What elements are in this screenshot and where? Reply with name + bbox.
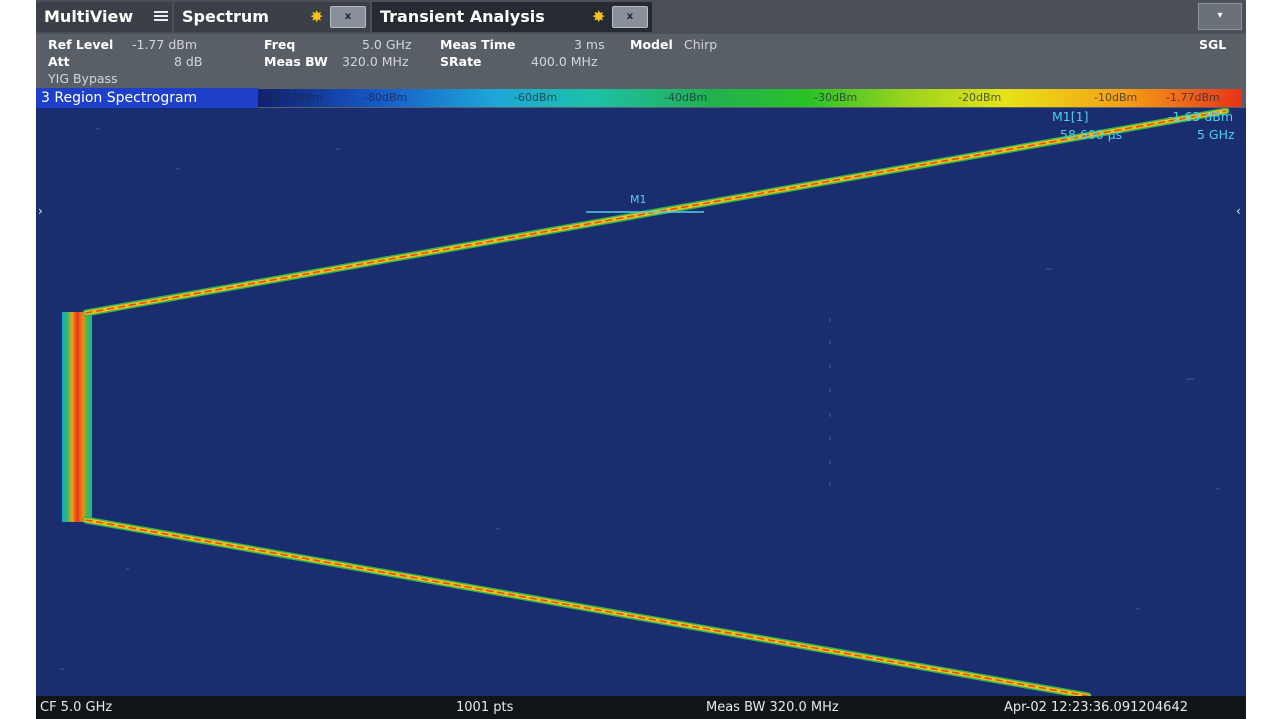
sweep-mode-badge: SGL [1199, 37, 1227, 52]
srate-label: SRate [440, 54, 482, 69]
color-scale-label: -10dBm [1094, 91, 1138, 104]
star-icon: ✸ [592, 7, 606, 26]
tab-bar: MultiView Spectrum ✸ x Transient Analysi… [36, 0, 1246, 34]
color-scale-label: -60dBm [514, 91, 558, 104]
ref-level-value: -1.77 dBm [132, 37, 198, 52]
marker-readout-level: -1.63 dBm [1168, 109, 1234, 124]
color-scale-label: -80dBm [364, 91, 408, 104]
timestamp-status: Apr-02 12:23:36.091204642 [1004, 700, 1188, 715]
window-title[interactable]: 3 Region Spectrogram [36, 88, 258, 108]
star-icon: ✸ [310, 7, 324, 26]
grid-icon [154, 11, 168, 23]
chirp-burst [62, 312, 92, 522]
color-scale-label: -20dBm [958, 91, 1002, 104]
meas-time-value: 3 ms [574, 37, 605, 52]
chevron-down-icon[interactable]: ▾ [1198, 3, 1242, 30]
model-value: Chirp [684, 37, 718, 52]
chevron-right-icon[interactable]: › [38, 204, 43, 218]
marker-readout-name: M1[1] [1052, 109, 1089, 124]
srate-value: 400.0 MHz [531, 54, 598, 69]
color-scale-label: -81.77dBm [262, 91, 323, 104]
spectrogram-plot[interactable]: M1 M1[1] -1.63 dBm 58.600 µs 5 GHz › ‹ [36, 108, 1246, 696]
tab-spectrum-label: Spectrum [182, 7, 269, 26]
tab-multiview[interactable]: MultiView [36, 2, 172, 32]
att-value: 8 dB [174, 54, 203, 69]
tab-transient-label: Transient Analysis [380, 7, 545, 26]
yig-bypass-label: YIG Bypass [48, 71, 118, 86]
att-label: Att [48, 54, 70, 69]
status-bar: CF 5.0 GHz 1001 pts Meas BW 320.0 MHz Ap… [36, 696, 1246, 719]
tab-spectrum-close-button[interactable]: x [330, 6, 366, 28]
instrument-window: MultiView Spectrum ✸ x Transient Analysi… [36, 0, 1246, 719]
meas-bw-value: 320.0 MHz [342, 54, 409, 69]
tab-spectrum[interactable]: Spectrum ✸ x [174, 2, 370, 32]
ref-level-label: Ref Level [48, 37, 114, 52]
color-scale-label: -1.77dBm [1166, 91, 1220, 104]
marker-readout-freq: 5 GHz [1197, 127, 1235, 142]
center-frequency-status: CF 5.0 GHz [40, 700, 113, 715]
freq-label: Freq [264, 37, 296, 52]
marker-label[interactable]: M1 [630, 193, 647, 206]
color-scale-label: -40dBm [664, 91, 708, 104]
points-status: 1001 pts [456, 700, 514, 715]
meas-time-label: Meas Time [440, 37, 516, 52]
meas-bw-label: Meas BW [264, 54, 328, 69]
tab-transient-analysis[interactable]: Transient Analysis ✸ x [372, 2, 652, 32]
model-label: Model [630, 37, 673, 52]
color-scale-label: -30dBm [814, 91, 858, 104]
freq-value: 5.0 GHz [362, 37, 412, 52]
marker-readout-time: 58.600 µs [1060, 127, 1123, 142]
measurement-info-bar: Ref Level -1.77 dBm Att 8 dB YIG Bypass … [36, 34, 1246, 88]
color-scale-bar: -81.77dBm -80dBm -60dBm -40dBm -30dBm -2… [258, 89, 1242, 107]
tab-multiview-label: MultiView [44, 7, 134, 26]
chevron-left-icon[interactable]: ‹ [1236, 204, 1241, 218]
tab-transient-close-button[interactable]: x [612, 6, 648, 28]
meas-bw-status: Meas BW 320.0 MHz [706, 700, 839, 715]
